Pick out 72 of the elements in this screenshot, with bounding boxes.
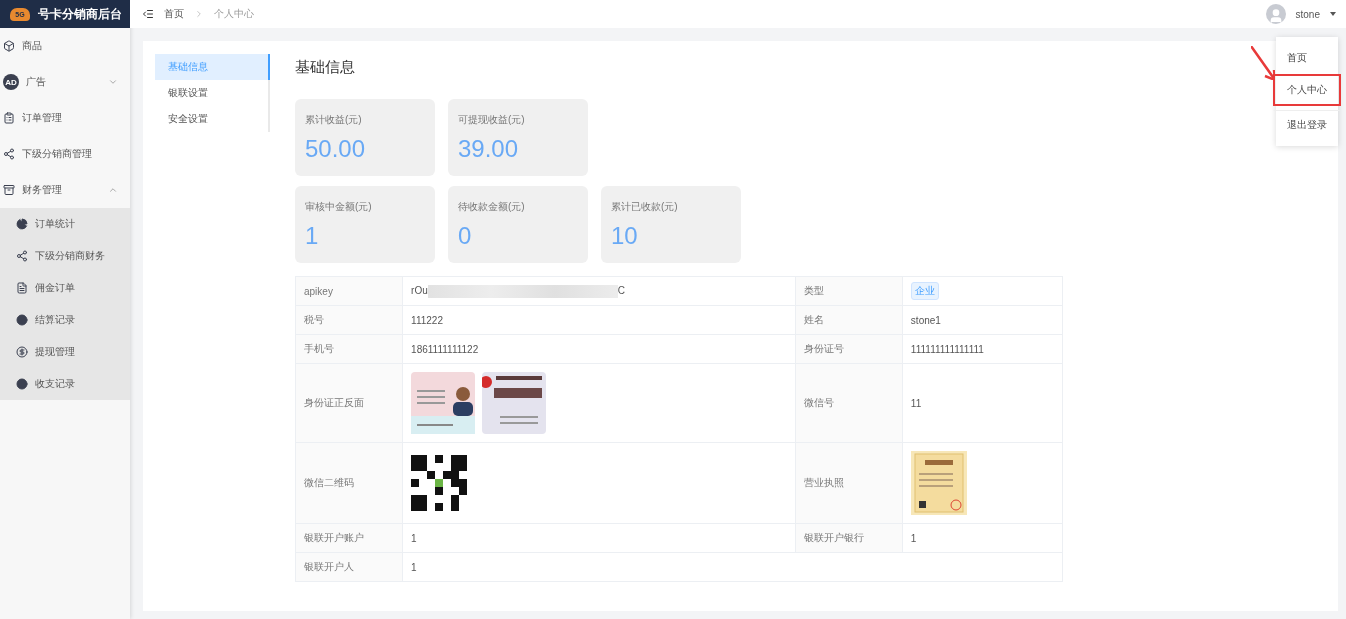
field-value: 1 bbox=[411, 561, 417, 573]
field-value: 111111111111111 bbox=[910, 343, 984, 355]
box-icon bbox=[3, 40, 15, 52]
field-label: apikey bbox=[295, 276, 403, 306]
stat-value: 39.00 bbox=[458, 135, 520, 163]
breadcrumb-link[interactable]: 首页 bbox=[164, 7, 184, 21]
id-card-front-photo bbox=[411, 372, 476, 434]
apikey-end: C bbox=[617, 284, 625, 296]
sidebar-subitem[interactable]: 提现管理 bbox=[0, 336, 130, 368]
stat-label: 累计收益(元) bbox=[305, 113, 363, 127]
user-name[interactable]: stone bbox=[1295, 8, 1320, 20]
sidebar-subitem[interactable]: 订单统计 bbox=[0, 208, 130, 240]
field-value: 1 bbox=[411, 532, 417, 544]
ad-icon: AD bbox=[3, 74, 19, 90]
stat-label: 审核中金额(元) bbox=[305, 200, 373, 214]
stat-label: 可提现收益(元) bbox=[458, 113, 526, 127]
sidebar-item[interactable]: AD 广告 bbox=[0, 64, 130, 100]
stat-value: 0 bbox=[458, 222, 473, 250]
sidebar-item[interactable]: 商品 bbox=[0, 28, 130, 64]
app-title: 号卡分销商后台 bbox=[38, 5, 122, 23]
field-label: 姓名 bbox=[795, 305, 903, 335]
field-value: 1 bbox=[910, 532, 917, 544]
tab[interactable]: 安全设置 bbox=[155, 106, 270, 132]
chevron-down-icon bbox=[108, 77, 118, 87]
field-label: 身份证号 bbox=[795, 334, 903, 364]
id-card-back-photo bbox=[482, 372, 547, 434]
archive-icon bbox=[3, 184, 15, 196]
share-icon bbox=[3, 148, 15, 160]
stat-value: 10 bbox=[611, 222, 639, 250]
share-icon bbox=[16, 250, 28, 262]
stat-value: 1 bbox=[305, 222, 320, 250]
sidebar-item[interactable]: 财务管理 bbox=[0, 172, 130, 208]
document-icon bbox=[16, 282, 28, 294]
apikey-start: rOu bbox=[411, 284, 428, 296]
field-label: 微信号 bbox=[795, 363, 903, 443]
stat-label: 累计已收款(元) bbox=[611, 200, 679, 214]
field-value: 111222 bbox=[411, 314, 443, 326]
sidebar-subitem[interactable]: 佣金订单 bbox=[0, 272, 130, 304]
business-license-photo bbox=[910, 451, 967, 515]
field-label: 税号 bbox=[295, 305, 403, 335]
menu-item[interactable]: 首页 bbox=[1273, 42, 1341, 74]
sidebar-subitem[interactable]: 下级分销商财务 bbox=[0, 240, 130, 272]
pie-chart-icon bbox=[16, 218, 28, 230]
sidebar-subitem[interactable]: 结算记录 bbox=[0, 304, 130, 336]
field-label: 银联开户账户 bbox=[295, 523, 403, 553]
caret-icon bbox=[1330, 12, 1336, 16]
field-label: 银联开户人 bbox=[295, 552, 403, 582]
sidebar-subitem[interactable]: 收支记录 bbox=[0, 368, 130, 400]
type-tag: 企业 bbox=[910, 282, 939, 300]
chevron-up-icon bbox=[108, 185, 118, 195]
field-value: 1861111111122 bbox=[411, 343, 479, 355]
tab[interactable]: 银联设置 bbox=[155, 80, 270, 106]
stat-label: 待收款金额(元) bbox=[458, 200, 526, 214]
field-value: stone1 bbox=[910, 314, 941, 326]
coin-icon bbox=[16, 346, 28, 358]
field-label: 手机号 bbox=[295, 334, 403, 364]
section-title: 基础信息 bbox=[295, 58, 356, 77]
stat-value: 50.00 bbox=[305, 135, 367, 163]
sidebar-item[interactable]: 下级分销商管理 bbox=[0, 136, 130, 172]
collapse-menu-icon[interactable] bbox=[142, 8, 154, 20]
field-label: 微信二维码 bbox=[295, 442, 403, 524]
field-label: 营业执照 bbox=[795, 442, 903, 524]
menu-item[interactable]: 个人中心 bbox=[1273, 74, 1341, 106]
sidebar-item[interactable]: 订单管理 bbox=[0, 100, 130, 136]
field-value: 11 bbox=[910, 397, 922, 409]
clipboard-icon bbox=[3, 112, 15, 124]
arrow-annotation bbox=[1251, 46, 1275, 80]
chevron-right-icon bbox=[194, 9, 204, 19]
field-label: 身份证正反面 bbox=[295, 363, 403, 443]
qr-code-image bbox=[411, 455, 468, 511]
field-label: 银联开户银行 bbox=[795, 523, 903, 553]
field-label: 类型 bbox=[795, 276, 903, 306]
